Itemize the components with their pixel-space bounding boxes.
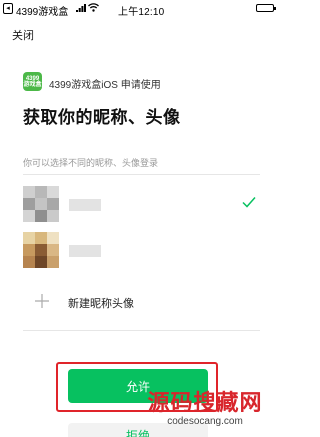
status-carrier: 4399游戏盒: [16, 7, 69, 18]
avatar: [23, 186, 59, 222]
check-icon: [242, 197, 256, 208]
status-bar: ◂ 4399游戏盒 上午12:10: [0, 0, 282, 18]
back-to-app-icon[interactable]: ◂: [3, 3, 13, 14]
wifi-icon: [88, 3, 99, 12]
status-time: 上午12:10: [118, 7, 165, 18]
watermark: 源码搜藏网 codesocang.com: [132, 392, 278, 436]
divider: [23, 330, 260, 331]
signal-icon: [76, 4, 86, 12]
app-logo: 4399 游戏盒: [23, 72, 42, 91]
watermark-url: codesocang.com: [167, 416, 243, 427]
new-nickname-avatar-option[interactable]: 新建昵称头像: [23, 284, 260, 324]
close-button[interactable]: 关闭: [12, 27, 34, 43]
nickname-text: [69, 199, 101, 211]
battery-icon: [256, 4, 276, 12]
avatar: [23, 232, 59, 268]
app-logo-line-2: 游戏盒: [23, 81, 42, 88]
account-option[interactable]: [23, 228, 260, 274]
nickname-text: [69, 245, 101, 257]
divider: [23, 174, 260, 175]
app-request-text: 4399游戏盒iOS 申请使用: [49, 80, 161, 91]
account-option[interactable]: [23, 182, 260, 228]
page-title: 获取你的昵称、头像: [23, 108, 181, 127]
hint-text: 你可以选择不同的昵称、头像登录: [23, 158, 159, 168]
new-nickname-avatar-label: 新建昵称头像: [68, 298, 134, 310]
watermark-text: 源码搜藏网: [147, 391, 263, 416]
plus-icon: [35, 294, 49, 308]
